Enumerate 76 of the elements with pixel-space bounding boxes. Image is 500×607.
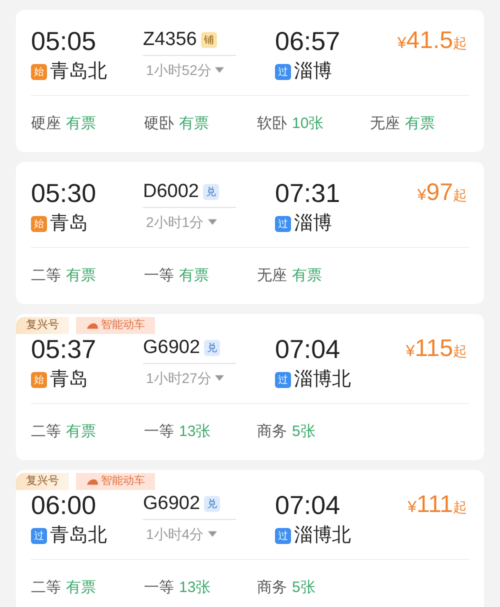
seat-availability: 有票 bbox=[66, 422, 96, 442]
seat-availability: 13张 bbox=[179, 422, 211, 442]
seat-availability: 5张 bbox=[292, 578, 316, 598]
arrival-time: 07:04 bbox=[275, 490, 342, 520]
train-tag: 复兴号 bbox=[16, 317, 69, 334]
seat-availability: 有票 bbox=[405, 114, 435, 134]
arrival-time: 07:31 bbox=[275, 178, 342, 208]
arrival-time: 07:04 bbox=[275, 334, 342, 364]
seat-class: 二等 bbox=[31, 422, 61, 442]
train-number: G6902 bbox=[143, 492, 200, 516]
seat-availability: 13张 bbox=[179, 578, 211, 598]
train-badge: 铺 bbox=[200, 32, 217, 48]
seat-availability: 5张 bbox=[292, 422, 316, 442]
seat-class: 无座 bbox=[370, 114, 400, 134]
train-icon bbox=[86, 478, 99, 486]
train-tag: 复兴号 bbox=[16, 473, 69, 490]
station-name: 青岛 bbox=[50, 212, 88, 236]
train-number: G6902 bbox=[143, 336, 200, 360]
caret-icon[interactable] bbox=[215, 375, 224, 381]
seat-class: 一等 bbox=[144, 422, 174, 442]
train-badge: 兑 bbox=[203, 184, 219, 200]
train-tag: 智能动车 bbox=[76, 473, 155, 490]
seat-class: 商务 bbox=[257, 422, 287, 442]
station-name: 淄博 bbox=[294, 212, 332, 236]
station-badge: 过 bbox=[275, 372, 291, 388]
seat-availability: 有票 bbox=[66, 578, 96, 598]
seat-availability: 10张 bbox=[292, 114, 324, 134]
price-label: ¥115起 bbox=[406, 334, 467, 364]
station-badge: 始 bbox=[31, 64, 47, 80]
station-name: 青岛北 bbox=[50, 60, 107, 84]
seat-class: 二等 bbox=[31, 578, 61, 598]
seat-availability: 有票 bbox=[292, 266, 322, 286]
station-name: 淄博 bbox=[294, 60, 332, 84]
seat-availability: 有票 bbox=[179, 114, 209, 134]
seat-class: 无座 bbox=[257, 266, 287, 286]
station-name: 淄博北 bbox=[294, 368, 351, 392]
duration-label: 1小时27分 bbox=[146, 369, 212, 388]
station-name: 青岛 bbox=[50, 368, 88, 392]
departure-time: 06:00 bbox=[31, 490, 98, 520]
station-badge: 过 bbox=[275, 64, 291, 80]
seat-class: 一等 bbox=[144, 578, 174, 598]
duration-label: 1小时52分 bbox=[146, 61, 212, 80]
seat-class: 硬座 bbox=[31, 114, 61, 134]
train-number: Z4356 bbox=[143, 28, 197, 52]
price-label: ¥41.5起 bbox=[397, 26, 467, 56]
station-badge: 过 bbox=[275, 216, 291, 232]
arrival-time: 06:57 bbox=[275, 26, 342, 56]
caret-icon[interactable] bbox=[208, 219, 217, 225]
duration-label: 2小时1分 bbox=[146, 213, 204, 232]
price-label: ¥97起 bbox=[417, 178, 467, 208]
seat-availability: 有票 bbox=[66, 114, 96, 134]
duration-label: 1小时4分 bbox=[146, 525, 204, 544]
caret-icon[interactable] bbox=[215, 67, 224, 73]
price-label: ¥111起 bbox=[408, 490, 467, 520]
seat-availability: 有票 bbox=[179, 266, 209, 286]
station-badge: 过 bbox=[275, 528, 291, 544]
train-tag: 智能动车 bbox=[76, 317, 155, 334]
station-badge: 过 bbox=[31, 528, 47, 544]
seat-class: 商务 bbox=[257, 578, 287, 598]
departure-time: 05:05 bbox=[31, 26, 98, 56]
station-badge: 始 bbox=[31, 372, 47, 388]
caret-icon[interactable] bbox=[208, 531, 217, 537]
seat-class: 软卧 bbox=[257, 114, 287, 134]
seat-class: 二等 bbox=[31, 266, 61, 286]
train-number: D6002 bbox=[143, 180, 199, 204]
seat-availability: 有票 bbox=[66, 266, 96, 286]
seat-class: 一等 bbox=[144, 266, 174, 286]
train-icon bbox=[86, 322, 99, 330]
train-badge: 兑 bbox=[204, 340, 220, 356]
departure-time: 05:37 bbox=[31, 334, 98, 364]
station-name: 淄博北 bbox=[294, 524, 351, 548]
seat-class: 硬卧 bbox=[144, 114, 174, 134]
train-badge: 兑 bbox=[204, 496, 220, 512]
station-badge: 始 bbox=[31, 216, 47, 232]
station-name: 青岛北 bbox=[50, 524, 107, 548]
departure-time: 05:30 bbox=[31, 178, 98, 208]
